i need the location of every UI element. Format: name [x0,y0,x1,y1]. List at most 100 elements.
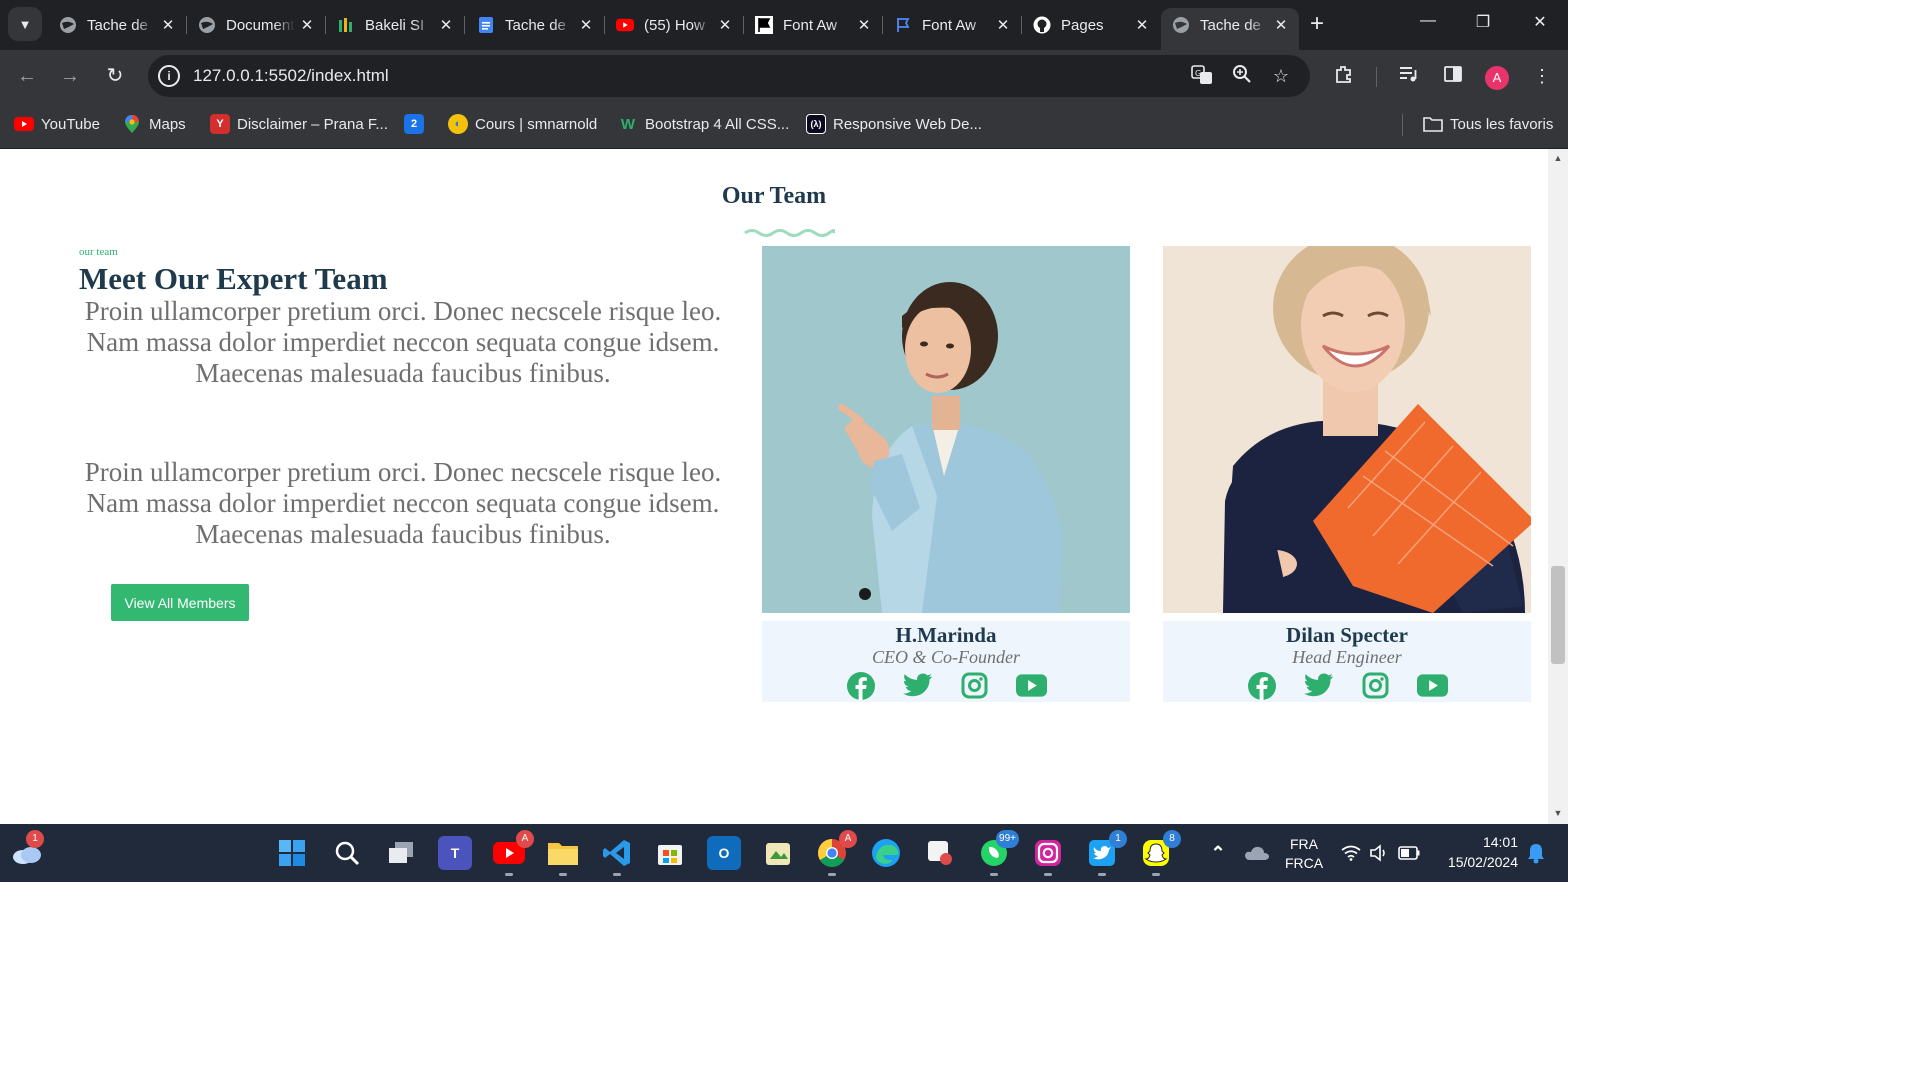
reload-button[interactable]: ↻ [103,64,127,88]
kebab-menu-icon[interactable]: ⋮ [1530,64,1554,88]
clock-time[interactable]: 14:01 [1438,834,1518,850]
translate-icon[interactable]: G [1190,64,1214,88]
bookmark-star-icon[interactable]: ☆ [1269,64,1293,88]
close-tab-icon[interactable]: ✕ [713,16,737,34]
extensions-icon[interactable] [1332,64,1356,88]
bookmark-responsive[interactable]: (λ) Responsive Web De... [806,112,982,136]
media-control-icon[interactable] [1396,64,1420,88]
teams-icon[interactable]: T [438,836,472,870]
running-indicator [505,873,513,876]
address-bar[interactable]: i 127.0.0.1:5502/index.html G ☆ [148,55,1310,97]
restore-button[interactable]: ❐ [1463,12,1503,32]
browser-tab[interactable]: Tache de ✕ [466,8,605,42]
youtube-app-icon[interactable]: A [492,830,534,870]
url-text[interactable]: 127.0.0.1:5502/index.html [193,66,389,86]
whatsapp-badge: 99+ [996,830,1019,848]
browser-tab[interactable]: Tache de ✕ [48,8,187,42]
close-tab-icon[interactable]: ✕ [295,16,319,34]
instagram-icon[interactable] [959,670,990,701]
site-info-icon[interactable]: i [158,65,180,87]
clock-date[interactable]: 15/02/2024 [1430,854,1518,870]
bookmark-label: Bootstrap 4 All CSS... [645,115,790,133]
keyboard-layout[interactable]: FRCA [1283,855,1325,871]
twitter-icon[interactable] [902,670,933,701]
chevron-up-icon[interactable]: ⌃ [1201,836,1235,870]
volume-icon[interactable] [1362,836,1396,870]
notification-bell-icon[interactable] [1519,836,1553,870]
bookmark-bootstrap[interactable]: W Bootstrap 4 All CSS... [618,112,789,136]
youtube-icon[interactable] [1016,670,1047,701]
scroll-down-arrow-icon[interactable]: ▼ [1553,808,1563,818]
running-indicator [990,873,998,876]
close-tab-icon[interactable]: ✕ [991,16,1015,34]
browser-tab[interactable]: Document ✕ [187,8,326,42]
youtube-icon[interactable] [1417,670,1448,701]
tab-search-button[interactable]: ▼ [8,7,42,41]
microsoft-store-icon[interactable] [653,836,687,870]
bookmark-2[interactable]: 2 [404,112,431,136]
task-view-icon[interactable] [384,836,418,870]
bookmark-disclaimer[interactable]: Y Disclaimer – Prana F... [210,112,388,136]
close-tab-icon[interactable]: ✕ [1269,16,1293,34]
whatsapp-icon[interactable]: 99+ [977,830,1019,870]
facebook-icon[interactable] [845,670,876,701]
close-tab-icon[interactable]: ✕ [156,16,180,34]
wave-divider-icon [744,229,835,237]
profile-avatar[interactable]: A [1485,66,1509,90]
twitter-icon[interactable] [1303,670,1334,701]
browser-tab-active[interactable]: Tache de ✕ [1161,8,1299,50]
tab-title: Pages [1061,16,1104,34]
running-indicator [559,873,567,876]
browser-tab[interactable]: Pages ✕ [1022,8,1160,42]
browser-tab[interactable]: (55) How ✕ [605,8,744,42]
app-icon[interactable] [761,836,795,870]
snapchat-icon[interactable]: 8 [1139,830,1181,870]
close-tab-icon[interactable]: ✕ [852,16,876,34]
instagram-icon[interactable] [1360,670,1391,701]
side-panel-icon[interactable] [1441,64,1465,88]
twitter-badge: 1 [1109,830,1127,848]
file-explorer-icon[interactable] [546,836,580,870]
instagram-app-icon[interactable] [1031,836,1065,870]
close-tab-icon[interactable]: ✕ [1130,16,1154,34]
bookmark-maps[interactable]: Maps [122,112,186,136]
fcc-icon: (λ) [806,114,826,134]
page-scrollbar[interactable]: ▲ ▼ [1548,149,1568,824]
scroll-up-arrow-icon[interactable]: ▲ [1553,153,1563,163]
browser-tab[interactable]: Font Aw ✕ [744,8,883,42]
search-icon[interactable] [330,836,364,870]
outlook-icon[interactable]: O [707,836,741,870]
close-window-button[interactable]: ✕ [1520,12,1560,32]
all-bookmarks-folder[interactable]: Tous les favoris [1423,112,1553,136]
member-info: Dilan Specter Head Engineer [1163,621,1531,702]
language-code[interactable]: FRA [1285,836,1323,852]
weather-widget[interactable]: 1 [10,830,44,870]
twitter-app-icon[interactable]: 1 [1085,830,1127,870]
new-tab-button[interactable]: + [1304,12,1330,38]
minimize-button[interactable]: — [1408,12,1448,30]
close-tab-icon[interactable]: ✕ [434,16,458,34]
scrollbar-thumb[interactable] [1551,566,1565,664]
snipping-tool-icon[interactable] [923,836,957,870]
facebook-icon[interactable] [1246,670,1277,701]
view-all-members-button[interactable]: View All Members [111,584,249,621]
bookmark-cours[interactable]: ◐ Cours | smnarnold [448,112,597,136]
battery-icon[interactable] [1392,836,1426,870]
browser-tab[interactable]: Font Aw ✕ [883,8,1022,42]
start-button[interactable] [275,836,309,870]
member-info: H.Marinda CEO & Co-Founder [762,621,1130,702]
snapchat-badge: 8 [1163,830,1181,848]
forward-button[interactable]: → [58,64,82,88]
browser-tab[interactable]: Bakeli SI ✕ [326,8,465,42]
tab-title: Font Aw [922,16,976,34]
bookmark-label: Tous les favoris [1450,115,1554,133]
onedrive-icon[interactable] [1240,836,1274,870]
vscode-icon[interactable] [600,836,634,870]
bookmark-youtube[interactable]: YouTube [14,112,100,136]
close-tab-icon[interactable]: ✕ [574,16,598,34]
chrome-icon[interactable]: A [815,830,857,870]
browser-toolbar: ← → ↻ i 127.0.0.1:5502/index.html G ☆ A … [0,50,1568,102]
zoom-icon[interactable] [1230,64,1254,88]
edge-icon[interactable] [869,836,903,870]
back-button[interactable]: ← [15,64,39,88]
